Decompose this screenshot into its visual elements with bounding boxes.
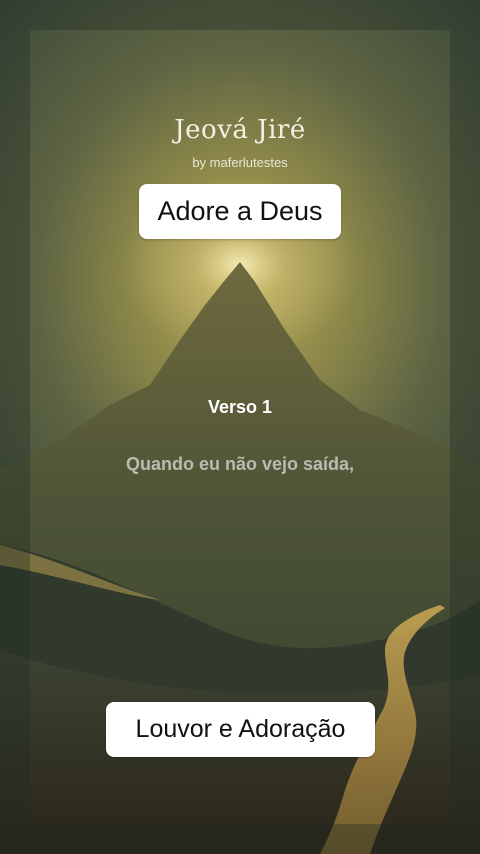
- lyric-line: Quando eu não vejo saída,: [125, 454, 355, 474]
- top-caption-sticker: Adore a Deus: [139, 184, 341, 239]
- song-byline: by maferlutestes: [192, 155, 288, 170]
- song-title: Jeová Jiré: [174, 115, 306, 145]
- lyric-video-frame: Jeová Jiré by maferlutestes Adore a Deus…: [0, 0, 480, 854]
- bottom-caption-sticker: Louvor e Adoração: [106, 702, 375, 757]
- verse-section-label: Verso 1: [207, 397, 273, 417]
